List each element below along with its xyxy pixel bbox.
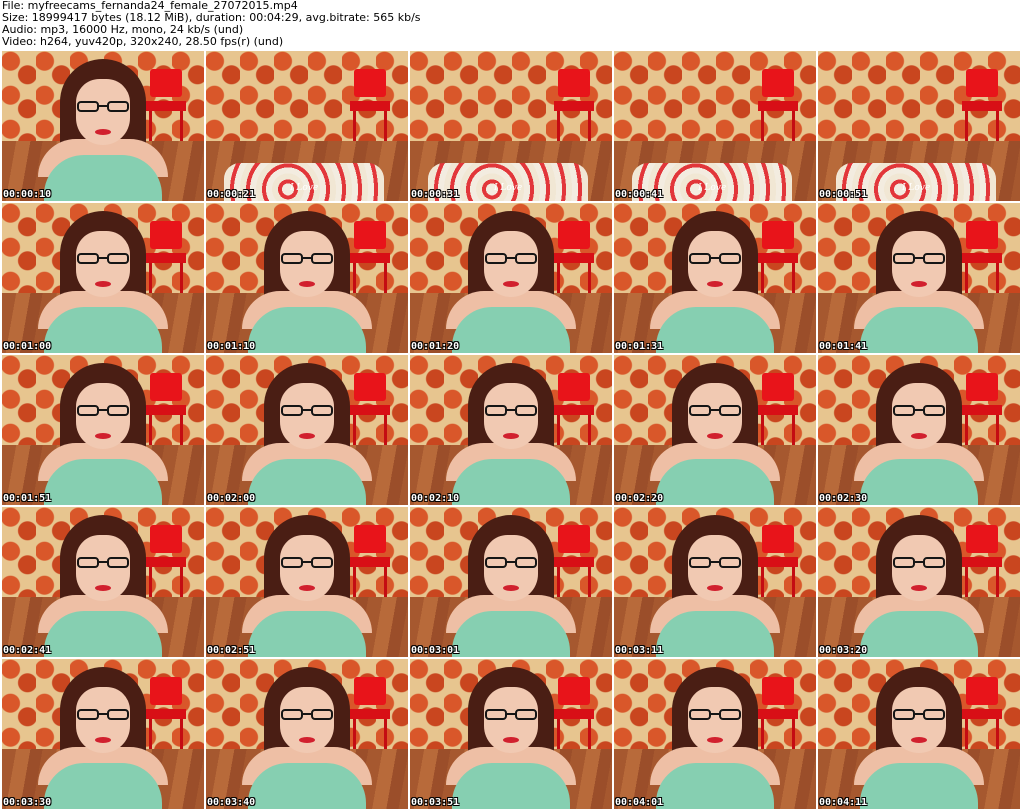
thumbnail-image (206, 659, 408, 809)
video-thumbnail[interactable]: I Love 00:00:21 (206, 51, 408, 201)
thumbnail-image (818, 659, 1020, 809)
thumbnail-image (206, 355, 408, 505)
thumbnail-image (2, 355, 204, 505)
video-thumbnail[interactable]: 00:00:10 (2, 51, 204, 201)
video-thumbnail[interactable]: 00:02:20 (614, 355, 816, 505)
thumbnail-image (410, 507, 612, 657)
thumbnail-grid: 00:00:10 I Love 00:00:21 I Love 00:00:31 I Lo… (2, 51, 1022, 809)
thumbnail-image (2, 51, 204, 201)
video-thumbnail[interactable]: 00:02:51 (206, 507, 408, 657)
thumbnail-image (410, 51, 612, 201)
thumbnail-timestamp: 00:00:51 (819, 189, 868, 200)
thumbnail-timestamp: 00:00:10 (3, 189, 52, 200)
thumbnail-image (206, 507, 408, 657)
video-info-line: Video: h264, yuv420p, 320x240, 28.50 fps… (2, 35, 284, 48)
thumbnail-timestamp: 00:03:30 (3, 797, 52, 808)
thumbnail-timestamp: 00:03:51 (411, 797, 460, 808)
thumbnail-image (614, 355, 816, 505)
thumbnail-image (818, 507, 1020, 657)
thumbnail-timestamp: 00:02:30 (819, 493, 868, 504)
thumbnail-image (2, 203, 204, 353)
video-thumbnail[interactable]: 00:03:51 (410, 659, 612, 809)
video-thumbnail[interactable]: 00:02:10 (410, 355, 612, 505)
bed-cover-text: I Love (698, 183, 727, 193)
thumbnail-timestamp: 00:04:11 (819, 797, 868, 808)
thumbnail-timestamp: 00:00:31 (411, 189, 460, 200)
thumbnail-image (206, 203, 408, 353)
thumbnail-timestamp: 00:00:41 (615, 189, 664, 200)
thumbnail-image (410, 355, 612, 505)
thumbnail-image (818, 51, 1020, 201)
video-thumbnail[interactable]: 00:03:11 (614, 507, 816, 657)
thumbnail-timestamp: 00:02:41 (3, 645, 52, 656)
thumbnail-timestamp: 00:01:10 (207, 341, 256, 352)
thumbnail-timestamp: 00:01:00 (3, 341, 52, 352)
thumbnail-timestamp: 00:04:01 (615, 797, 664, 808)
video-thumbnail[interactable]: 00:02:30 (818, 355, 1020, 505)
thumbnail-timestamp: 00:01:31 (615, 341, 664, 352)
video-thumbnail[interactable]: 00:04:11 (818, 659, 1020, 809)
video-info-header: File: myfreecams_fernanda24_female_27072… (2, 0, 1020, 50)
thumbnail-timestamp: 00:01:20 (411, 341, 460, 352)
thumbnail-image (614, 203, 816, 353)
video-thumbnail[interactable]: 00:01:10 (206, 203, 408, 353)
thumbnail-timestamp: 00:03:01 (411, 645, 460, 656)
bed-cover-text: I Love (494, 183, 523, 193)
video-thumbnail[interactable]: 00:02:41 (2, 507, 204, 657)
thumbnail-timestamp: 00:01:41 (819, 341, 868, 352)
video-thumbnail[interactable]: I Love 00:00:31 (410, 51, 612, 201)
video-thumbnail[interactable]: 00:01:31 (614, 203, 816, 353)
video-thumbnail[interactable]: 00:01:41 (818, 203, 1020, 353)
thumbnail-image (818, 203, 1020, 353)
video-thumbnail[interactable]: 00:01:20 (410, 203, 612, 353)
video-thumbnail[interactable]: 00:01:51 (2, 355, 204, 505)
thumbnail-image (2, 659, 204, 809)
thumbnail-timestamp: 00:01:51 (3, 493, 52, 504)
bed-cover-text: I Love (290, 183, 319, 193)
thumbnail-image (206, 51, 408, 201)
video-thumbnail[interactable]: 00:04:01 (614, 659, 816, 809)
video-thumbnail[interactable]: 00:03:30 (2, 659, 204, 809)
thumbnail-timestamp: 00:03:40 (207, 797, 256, 808)
thumbnail-image (818, 355, 1020, 505)
thumbnail-image (614, 659, 816, 809)
video-thumbnail[interactable]: 00:01:00 (2, 203, 204, 353)
thumbnail-timestamp: 00:03:11 (615, 645, 664, 656)
video-thumbnail[interactable]: 00:03:20 (818, 507, 1020, 657)
video-thumbnail[interactable]: I Love 00:00:51 (818, 51, 1020, 201)
thumbnail-image (410, 203, 612, 353)
thumbnail-image (614, 507, 816, 657)
thumbnail-timestamp: 00:03:20 (819, 645, 868, 656)
video-thumbnail[interactable]: I Love 00:00:41 (614, 51, 816, 201)
thumbnail-timestamp: 00:02:51 (207, 645, 256, 656)
thumbnail-timestamp: 00:02:10 (411, 493, 460, 504)
thumbnail-image (410, 659, 612, 809)
thumbnail-timestamp: 00:02:20 (615, 493, 664, 504)
video-thumbnail[interactable]: 00:03:40 (206, 659, 408, 809)
bed-cover-text: I Love (902, 183, 931, 193)
thumbnail-image (614, 51, 816, 201)
thumbnail-timestamp: 00:00:21 (207, 189, 256, 200)
video-thumbnail[interactable]: 00:02:00 (206, 355, 408, 505)
video-thumbnail[interactable]: 00:03:01 (410, 507, 612, 657)
thumbnail-image (2, 507, 204, 657)
thumbnail-timestamp: 00:02:00 (207, 493, 256, 504)
